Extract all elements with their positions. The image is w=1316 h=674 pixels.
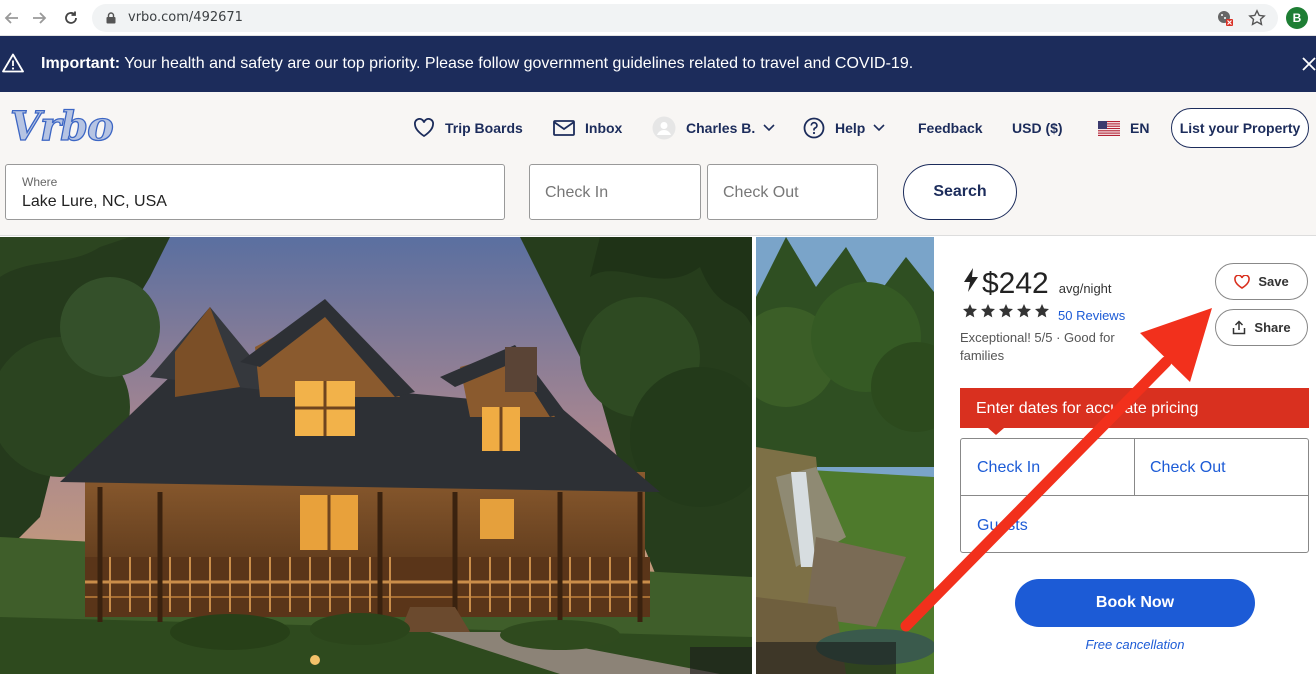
- profile-avatar[interactable]: B: [1286, 7, 1308, 29]
- bookmark-star-icon[interactable]: [1248, 9, 1266, 27]
- alert-banner: Important: Your health and safety are ou…: [0, 36, 1316, 92]
- where-value: Lake Lure, NC, USA: [22, 193, 167, 210]
- star-icons: [963, 304, 1049, 318]
- heart-icon: [414, 118, 434, 138]
- save-button[interactable]: Save: [1215, 263, 1308, 300]
- warning-icon: [2, 53, 24, 73]
- search-check-out-field[interactable]: Check Out: [707, 164, 878, 220]
- vrbo-logo[interactable]: Vrbo Vrbo: [8, 104, 138, 148]
- booking-check-out[interactable]: Check Out: [1150, 459, 1226, 477]
- site-header: Vrbo Vrbo Trip Boards Inbox Charles B. H…: [0, 92, 1316, 236]
- where-field[interactable]: Where Lake Lure, NC, USA: [5, 164, 505, 220]
- price-row: $242 avg/night: [962, 267, 1112, 301]
- cabin-photo: [0, 237, 752, 674]
- us-flag-icon: [1098, 120, 1120, 136]
- waterfall-photo: [756, 237, 934, 674]
- reviews-link[interactable]: 50 Reviews: [1058, 308, 1125, 323]
- rating-summary: Exceptional! 5/5 · Good for families: [960, 330, 1115, 363]
- banner-message: Important: Your health and safety are ou…: [41, 55, 914, 72]
- heart-icon: [1234, 274, 1251, 289]
- url-text: vrbo.com/492671: [128, 10, 243, 25]
- booking-panel: $242 avg/night 50 Reviews Exceptional! 5…: [934, 237, 1316, 674]
- user-avatar-icon: [652, 116, 676, 140]
- help-circle-icon: [803, 117, 825, 139]
- inbox-link[interactable]: Inbox: [553, 118, 622, 138]
- listing-photo-side[interactable]: [756, 237, 934, 674]
- where-label: Where: [22, 175, 58, 189]
- currency-selector[interactable]: USD ($): [1012, 118, 1063, 138]
- booking-check-in[interactable]: Check In: [977, 459, 1040, 477]
- book-now-button[interactable]: Book Now: [1015, 579, 1255, 627]
- svg-text:Vrbo: Vrbo: [10, 104, 113, 148]
- address-bar[interactable]: vrbo.com/492671: [92, 4, 1278, 32]
- help-menu[interactable]: Help: [803, 117, 885, 139]
- nightly-price: $242: [982, 267, 1049, 300]
- chevron-down-icon: [763, 124, 775, 132]
- guests-field[interactable]: Guests: [977, 517, 1028, 535]
- search-check-in-field[interactable]: Check In: [529, 164, 701, 220]
- share-icon: [1233, 320, 1246, 335]
- chevron-down-icon: [873, 124, 885, 132]
- free-cancellation-note: Free cancellation: [1085, 637, 1185, 652]
- envelope-icon: [553, 120, 575, 136]
- price-unit: avg/night: [1058, 281, 1112, 296]
- language-selector[interactable]: EN: [1098, 118, 1149, 138]
- search-button[interactable]: Search: [903, 164, 1017, 220]
- instant-book-bolt-icon: [964, 268, 978, 292]
- reload-icon[interactable]: [59, 6, 83, 30]
- star-rating: [962, 303, 1052, 319]
- close-icon[interactable]: [1302, 57, 1316, 71]
- forward-icon[interactable]: [27, 6, 51, 30]
- lock-icon: [106, 12, 116, 24]
- pricing-alert: Enter dates for accurate pricing: [960, 388, 1309, 428]
- user-menu[interactable]: Charles B.: [652, 116, 775, 140]
- blocked-cookie-icon[interactable]: [1217, 10, 1233, 26]
- listing-photo-main[interactable]: [0, 237, 752, 674]
- booking-dates: Check In Check Out Guests: [960, 438, 1309, 553]
- list-property-button[interactable]: List your Property: [1171, 108, 1309, 148]
- back-icon[interactable]: [0, 6, 24, 30]
- trip-boards-link[interactable]: Trip Boards: [413, 118, 523, 138]
- feedback-link[interactable]: Feedback: [918, 118, 983, 138]
- browser-toolbar: vrbo.com/492671 B: [0, 0, 1316, 36]
- share-button[interactable]: Share: [1215, 309, 1308, 346]
